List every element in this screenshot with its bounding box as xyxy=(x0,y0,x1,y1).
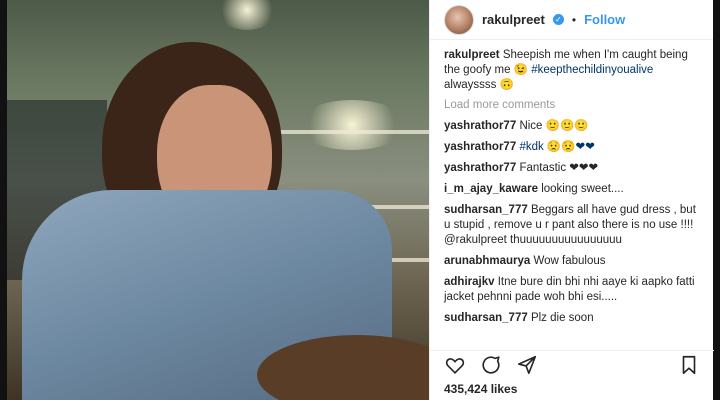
comment-username[interactable]: yashrathor77 xyxy=(444,162,516,174)
left-border xyxy=(0,0,7,400)
header-separator: • xyxy=(571,12,577,27)
comment-item: i_m_ajay_kaware looking sweet.... xyxy=(444,182,699,197)
likes-count[interactable]: 435,424 likes xyxy=(444,382,517,396)
comments-list[interactable]: rakulpreet Sheepish me when I'm caught b… xyxy=(430,40,713,344)
post-photo[interactable] xyxy=(7,0,429,400)
comment-username[interactable]: yashrathor77 xyxy=(444,120,516,132)
comment-text: Plz die soon xyxy=(530,312,594,324)
photo-lamp-glow xyxy=(217,0,277,30)
comment-text: looking sweet.... xyxy=(541,183,624,195)
caption: rakulpreet Sheepish me when I'm caught b… xyxy=(444,48,699,93)
caption-tail: alwayssss 🙃 xyxy=(444,79,514,91)
comment-username[interactable]: adhirajkv xyxy=(444,276,495,288)
header-username[interactable]: rakulpreet xyxy=(482,12,545,27)
share-icon[interactable] xyxy=(516,354,538,376)
load-more-comments-button[interactable]: Load more comments xyxy=(444,99,699,111)
comment-username[interactable]: arunabhmaurya xyxy=(444,255,530,267)
comment-item: yashrathor77 Fantastic ❤❤❤ xyxy=(444,161,699,176)
follow-button[interactable]: Follow xyxy=(584,12,625,27)
instagram-post-frame: rakulpreet ✓ • Follow rakulpreet Sheepis… xyxy=(0,0,720,400)
comment-icon[interactable] xyxy=(480,354,502,376)
post-header: rakulpreet ✓ • Follow xyxy=(430,0,713,40)
comment-item: arunabhmaurya Wow fabulous xyxy=(444,254,699,269)
caption-username[interactable]: rakulpreet xyxy=(444,49,500,61)
caption-hashtag[interactable]: #keepthechildinyoualive xyxy=(531,64,653,76)
comment-username[interactable]: yashrathor77 xyxy=(444,141,516,153)
comment-text: Wow fabulous xyxy=(533,255,606,267)
photo-shelf xyxy=(262,130,429,134)
comment-item: sudharsan_777 Plz die soon xyxy=(444,311,699,326)
comment-text: Nice 🙂🙂🙂 xyxy=(519,120,589,132)
comment-username[interactable]: sudharsan_777 xyxy=(444,312,528,324)
comment-text: #kdk 😟😟❤❤ xyxy=(519,141,595,153)
heart-icon[interactable] xyxy=(444,354,466,376)
photo-shelf-glow xyxy=(297,100,407,150)
comment-username[interactable]: sudharsan_777 xyxy=(444,204,528,216)
bookmark-icon[interactable] xyxy=(678,354,700,376)
comment-item: adhirajkv Itne bure din bhi nhi aaye ki … xyxy=(444,275,699,305)
comment-item: yashrathor77 Nice 🙂🙂🙂 xyxy=(444,119,699,134)
post-actions-bar xyxy=(430,350,714,378)
comment-username[interactable]: i_m_ajay_kaware xyxy=(444,183,538,195)
right-border xyxy=(713,0,720,400)
post-side-panel: rakulpreet ✓ • Follow rakulpreet Sheepis… xyxy=(429,0,714,400)
comment-item: yashrathor77 #kdk 😟😟❤❤ xyxy=(444,140,699,155)
avatar[interactable] xyxy=(444,4,474,35)
verified-badge-icon: ✓ xyxy=(552,14,564,25)
comment-item: sudharsan_777 Beggars all have gud dress… xyxy=(444,203,699,248)
comment-text: Fantastic ❤❤❤ xyxy=(519,162,599,174)
